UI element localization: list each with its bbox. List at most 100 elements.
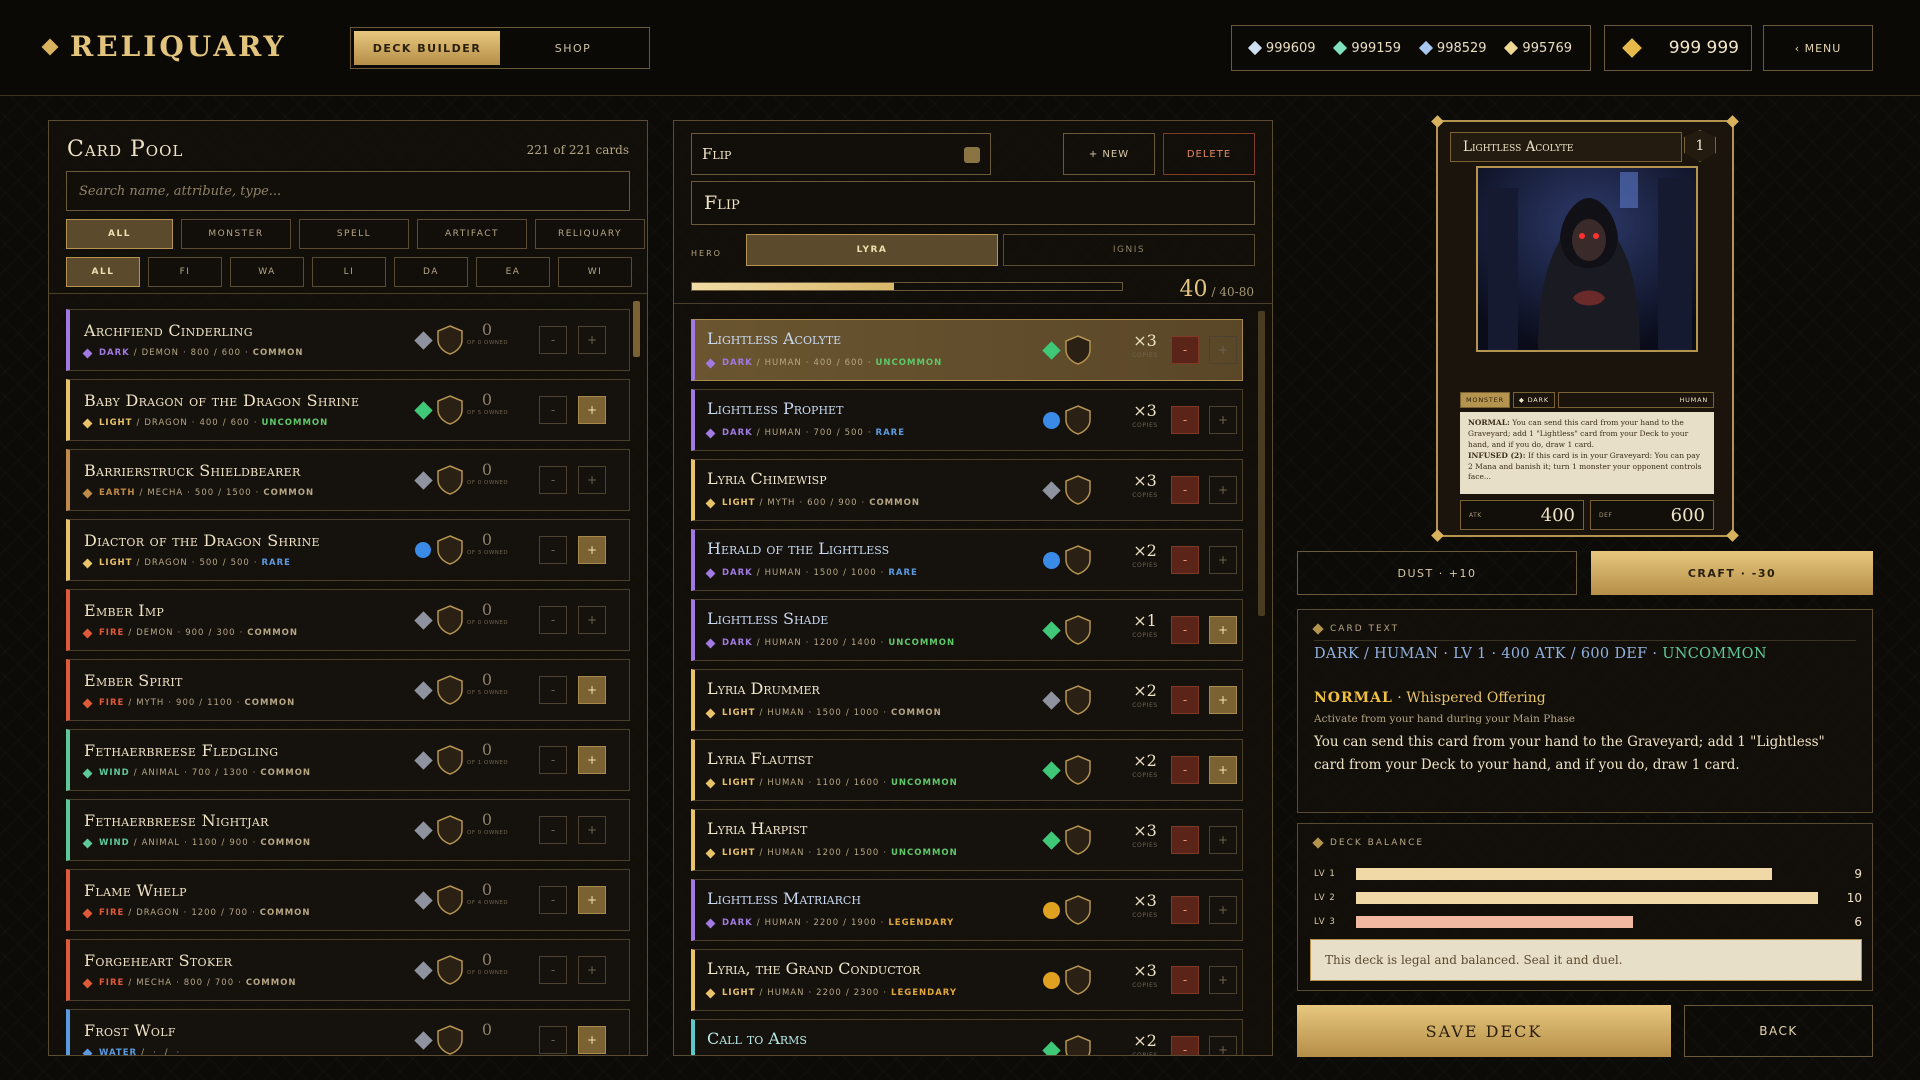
filter-attr-wi[interactable]: WI: [558, 257, 632, 287]
list-item[interactable]: Fethaerbreese Nightjar WIND / ANIMAL · 11…: [66, 799, 630, 861]
remove-copy-button[interactable]: -: [1171, 1036, 1199, 1055]
menu-button[interactable]: ‹ MENU: [1763, 25, 1873, 71]
remove-button[interactable]: -: [539, 956, 567, 984]
filter-attr-da[interactable]: DA: [394, 257, 468, 287]
deck-card-row[interactable]: Lightless Acolyte DARK / HUMAN · 400 / 60…: [691, 319, 1243, 381]
list-item[interactable]: Frost Wolf WATER / · / · 0 - +: [66, 1009, 630, 1055]
deck-card-row[interactable]: Lyria Chimewisp LIGHT / MYTH · 600 / 900 …: [691, 459, 1243, 521]
hero-tab-ignis[interactable]: IGNIS: [1003, 234, 1255, 266]
craft-button[interactable]: CRAFT · -30: [1591, 551, 1873, 595]
deck-scrollbar[interactable]: [1258, 311, 1265, 616]
add-button[interactable]: +: [578, 676, 606, 704]
add-copy-button[interactable]: +: [1209, 1036, 1237, 1055]
back-button[interactable]: BACK: [1684, 1005, 1873, 1057]
pool-scrollbar[interactable]: [633, 301, 640, 357]
remove-button[interactable]: -: [539, 466, 567, 494]
deck-card-row[interactable]: Lyria Flautist LIGHT / HUMAN · 1100 / 160…: [691, 739, 1243, 801]
add-copy-button[interactable]: +: [1209, 826, 1237, 854]
add-button[interactable]: +: [578, 886, 606, 914]
deck-selector[interactable]: Flip: [691, 133, 991, 175]
effect-description: You can send this card from your hand to…: [1314, 734, 1825, 774]
remove-copy-button[interactable]: -: [1171, 896, 1199, 924]
deck-card-row[interactable]: Lightless Shade DARK / HUMAN · 1200 / 140…: [691, 599, 1243, 661]
card-type: DEMON: [141, 348, 179, 358]
save-deck-button[interactable]: SAVE DECK: [1297, 1005, 1671, 1057]
remove-copy-button[interactable]: -: [1171, 546, 1199, 574]
add-button[interactable]: +: [578, 816, 606, 844]
remove-button[interactable]: -: [539, 606, 567, 634]
filter-type-spell[interactable]: SPELL: [299, 219, 409, 249]
remove-copy-button[interactable]: -: [1171, 966, 1199, 994]
list-item[interactable]: Ember Spirit FIRE / MYTH · 900 / 1100 · C…: [66, 659, 630, 721]
filter-attr-li[interactable]: LI: [312, 257, 386, 287]
add-button[interactable]: +: [578, 956, 606, 984]
deck-card-row[interactable]: Lyria Drummer LIGHT / HUMAN · 1500 / 1000…: [691, 669, 1243, 731]
add-button[interactable]: +: [578, 326, 606, 354]
add-copy-button[interactable]: +: [1209, 896, 1237, 924]
hero-tab-lyra[interactable]: LYRA: [746, 234, 998, 266]
remove-copy-button[interactable]: -: [1171, 406, 1199, 434]
list-item[interactable]: Ember Imp FIRE / DEMON · 900 / 300 · COMM…: [66, 589, 630, 651]
remove-button[interactable]: -: [539, 1026, 567, 1054]
remove-button[interactable]: -: [539, 536, 567, 564]
deck-card-row[interactable]: Lyria Harpist LIGHT / HUMAN · 1200 / 1500…: [691, 809, 1243, 871]
remove-copy-button[interactable]: -: [1171, 476, 1199, 504]
add-copy-button[interactable]: +: [1209, 686, 1237, 714]
remove-button[interactable]: -: [539, 816, 567, 844]
remove-copy-button[interactable]: -: [1171, 756, 1199, 784]
remove-button[interactable]: -: [539, 676, 567, 704]
remove-copy-button[interactable]: -: [1171, 686, 1199, 714]
add-copy-button[interactable]: +: [1209, 616, 1237, 644]
remove-button[interactable]: -: [539, 326, 567, 354]
deck-card-row[interactable]: Lightless Matriarch DARK / HUMAN · 2200 /…: [691, 879, 1243, 941]
filter-attr-ea[interactable]: EA: [476, 257, 550, 287]
remove-button[interactable]: -: [539, 396, 567, 424]
add-button[interactable]: +: [578, 746, 606, 774]
add-button[interactable]: +: [578, 1026, 606, 1054]
add-copy-button[interactable]: +: [1209, 966, 1237, 994]
list-item[interactable]: Forgeheart Stoker FIRE / MECHA · 800 / 70…: [66, 939, 630, 1001]
list-item[interactable]: Diactor of the Dragon Shrine LIGHT / DRAG…: [66, 519, 630, 581]
remove-copy-button[interactable]: -: [1171, 336, 1199, 364]
deck-card-row[interactable]: Call to Arms ×2 COPIES - +: [691, 1019, 1243, 1055]
deck-name-input[interactable]: [691, 181, 1255, 225]
remove-button[interactable]: -: [539, 746, 567, 774]
filter-attr-all[interactable]: ALL: [66, 257, 140, 287]
add-button[interactable]: +: [578, 396, 606, 424]
filter-type-artifact[interactable]: ARTIFACT: [417, 219, 527, 249]
remove-button[interactable]: -: [539, 886, 567, 914]
add-copy-button[interactable]: +: [1209, 756, 1237, 784]
filter-attr-fi[interactable]: FI: [148, 257, 222, 287]
add-button[interactable]: +: [578, 466, 606, 494]
list-item[interactable]: Barrierstruck Shieldbearer EARTH / MECHA …: [66, 449, 630, 511]
remove-copy-button[interactable]: -: [1171, 616, 1199, 644]
add-copy-button[interactable]: +: [1209, 406, 1237, 434]
list-item[interactable]: Flame Whelp FIRE / DRAGON · 1200 / 700 · …: [66, 869, 630, 931]
filter-type-reliquary[interactable]: RELIQUARY: [535, 219, 645, 249]
card-meta: WIND / ANIMAL · 1100 / 900 · COMMON: [82, 838, 311, 848]
deck-card-row[interactable]: Lyria, the Grand Conductor LIGHT / HUMAN …: [691, 949, 1243, 1011]
tab-shop[interactable]: SHOP: [500, 31, 646, 65]
list-item[interactable]: Baby Dragon of the Dragon Shrine LIGHT / …: [66, 379, 630, 441]
remove-copy-button[interactable]: -: [1171, 826, 1199, 854]
deck-card-row[interactable]: Herald of the Lightless DARK / HUMAN · 15…: [691, 529, 1243, 591]
tab-deck-builder[interactable]: DECK BUILDER: [354, 31, 500, 65]
list-item[interactable]: Archfiend Cinderling DARK / DEMON · 800 /…: [66, 309, 630, 371]
deck-card-row[interactable]: Lightless Prophet DARK / HUMAN · 700 / 50…: [691, 389, 1243, 451]
add-copy-button[interactable]: +: [1209, 546, 1237, 574]
filter-type-monster[interactable]: MONSTER: [181, 219, 291, 249]
new-deck-button[interactable]: + NEW: [1063, 133, 1155, 175]
delete-deck-button[interactable]: DELETE: [1163, 133, 1255, 175]
add-button[interactable]: +: [578, 536, 606, 564]
search-input[interactable]: [66, 171, 630, 211]
list-item[interactable]: Fethaerbreese Fledgling WIND / ANIMAL · 7…: [66, 729, 630, 791]
dust-button[interactable]: DUST · +10: [1297, 551, 1577, 595]
deck-selector-toggle[interactable]: [964, 147, 980, 163]
attribute-icon: [82, 348, 93, 358]
filter-attr-wa[interactable]: WA: [230, 257, 304, 287]
attribute-icon: [82, 1048, 93, 1055]
add-copy-button[interactable]: +: [1209, 476, 1237, 504]
add-button[interactable]: +: [578, 606, 606, 634]
add-copy-button[interactable]: +: [1209, 336, 1237, 364]
filter-type-all[interactable]: ALL: [66, 219, 173, 249]
